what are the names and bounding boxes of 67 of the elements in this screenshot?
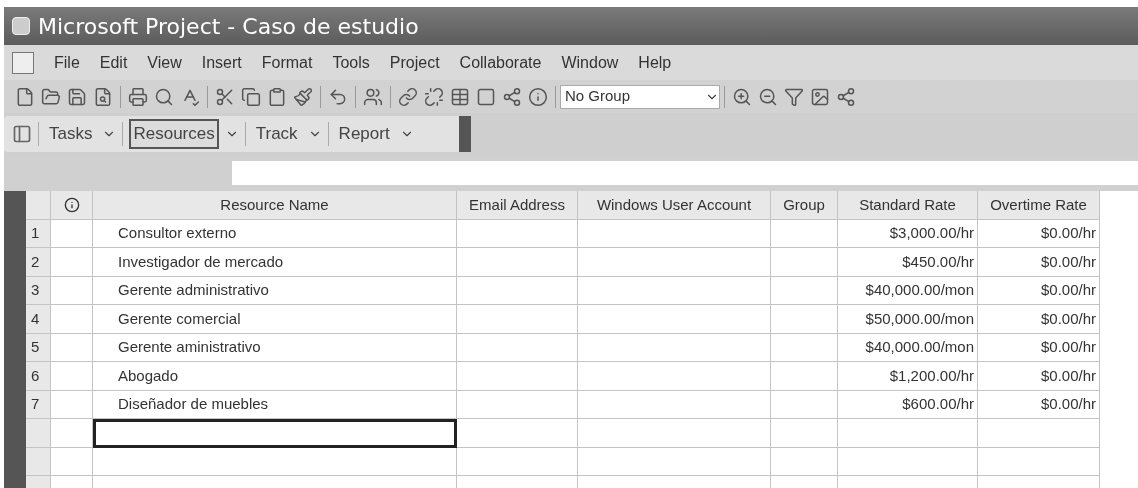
row-number[interactable]: 5 xyxy=(26,333,51,362)
empty-cell xyxy=(771,248,838,277)
table-cell: $0.00/hr xyxy=(978,219,1100,248)
info-icon xyxy=(63,196,80,213)
row-number[interactable]: 4 xyxy=(26,305,51,334)
table-cell: $1,200.00/hr xyxy=(838,362,978,391)
select-all-cell[interactable] xyxy=(26,191,51,220)
column-header[interactable]: Overtime Rate xyxy=(978,191,1100,220)
column-header[interactable]: Email Address xyxy=(457,191,578,220)
table-cell: $3,000.00/hr xyxy=(838,219,978,248)
table-cell: $50,000.00/mon xyxy=(838,305,978,334)
empty-cell xyxy=(771,219,838,248)
row-number[interactable]: 2 xyxy=(26,248,51,277)
empty-cell xyxy=(771,305,838,334)
sidebar-icon xyxy=(12,124,32,144)
menu-item[interactable]: View xyxy=(147,50,182,75)
column-header[interactable]: Group xyxy=(771,191,838,220)
active-cell[interactable] xyxy=(93,419,457,448)
empty-cell xyxy=(771,447,838,476)
indicator-column-header[interactable] xyxy=(51,191,93,220)
row-number[interactable]: 6 xyxy=(26,362,51,391)
table-cell: Gerente comercial xyxy=(93,305,457,334)
table-cell: Abogado xyxy=(93,362,457,391)
menu-item[interactable]: Help xyxy=(638,50,672,75)
table-cell: $600.00/hr xyxy=(838,390,978,419)
column-header[interactable]: Resource Name xyxy=(93,191,457,220)
toolbar-tab[interactable]: Track xyxy=(251,119,302,149)
table-cell: Diseñador de muebles xyxy=(93,390,457,419)
table-cell: $0.00/hr xyxy=(978,276,1100,305)
table-cell: Investigador de mercado xyxy=(93,248,457,277)
menu-item[interactable]: Collaborate xyxy=(459,50,542,75)
menu-item[interactable]: File xyxy=(54,50,80,75)
menu-item[interactable]: Window xyxy=(561,50,619,75)
row-number[interactable]: 7 xyxy=(26,390,51,419)
window-title: Microsoft Project - Caso de estudio xyxy=(38,12,419,41)
row-number[interactable]: 3 xyxy=(26,276,51,305)
empty-cell xyxy=(771,333,838,362)
menu-item[interactable]: Tools xyxy=(332,50,370,75)
table-cell: $0.00/hr xyxy=(978,333,1100,362)
table-cell: $0.00/hr xyxy=(978,305,1100,334)
menu-item[interactable]: Insert xyxy=(201,50,242,75)
menu-item[interactable]: Format xyxy=(261,50,313,75)
table-cell: Gerente administrativo xyxy=(93,276,457,305)
empty-cell xyxy=(771,276,838,305)
table-cell: $450.00/hr xyxy=(838,248,978,277)
toolbar-tab[interactable]: Report xyxy=(334,119,394,149)
toolbar-tab[interactable]: Tasks xyxy=(45,119,97,149)
table-cell: $40,000.00/mon xyxy=(838,276,978,305)
empty-cell xyxy=(771,419,838,448)
table-cell: $0.00/hr xyxy=(978,248,1100,277)
column-header[interactable]: Windows User Account xyxy=(578,191,771,220)
group-dropdown[interactable]: No Group xyxy=(560,84,720,109)
menu-item[interactable]: Project xyxy=(389,50,440,75)
row-number[interactable]: 1 xyxy=(26,219,51,248)
table-cell: $0.00/hr xyxy=(978,390,1100,419)
table-cell: $40,000.00/mon xyxy=(838,333,978,362)
document-icon xyxy=(12,51,34,74)
toolbar-tab[interactable]: Resources xyxy=(129,119,219,149)
empty-cell[interactable] xyxy=(93,447,457,476)
table-cell: Gerente aministrativo xyxy=(93,333,457,362)
table-cell: Consultor externo xyxy=(93,219,457,248)
column-header[interactable]: Standard Rate xyxy=(838,191,978,220)
entry-field[interactable] xyxy=(232,161,1138,185)
empty-cell xyxy=(771,362,838,391)
menu-item[interactable]: Edit xyxy=(99,50,128,75)
empty-cell xyxy=(771,390,838,419)
table-cell: $0.00/hr xyxy=(978,362,1100,391)
